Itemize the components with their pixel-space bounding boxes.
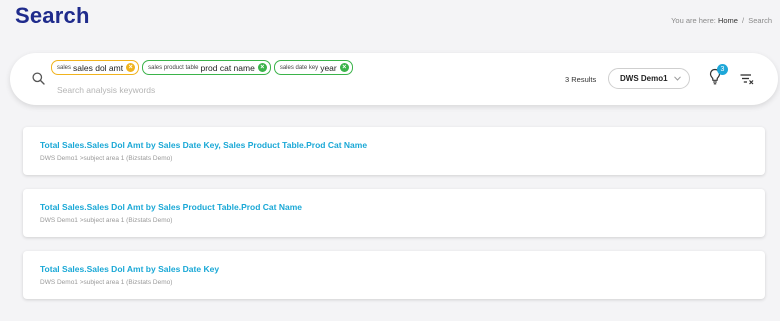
search-input[interactable] <box>57 83 437 97</box>
chip-label: sales dol amt <box>73 62 124 73</box>
keyword-chip[interactable]: sales product table prod cat name × <box>142 60 271 75</box>
result-title[interactable]: Total Sales.Sales Dol Amt by Sales Date … <box>40 140 367 150</box>
breadcrumb-home-link[interactable]: Home <box>718 16 738 25</box>
keyword-chip[interactable]: sales sales dol amt × <box>51 60 140 75</box>
result-title[interactable]: Total Sales.Sales Dol Amt by Sales Produ… <box>40 202 302 212</box>
result-subtitle: DWS Demo1 >subject area 1 (Bizstats Demo… <box>40 279 173 286</box>
chevron-down-icon <box>674 76 681 81</box>
chip-prefix: sales date key <box>279 64 319 71</box>
keyword-chips: sales sales dol amt × sales product tabl… <box>51 60 353 75</box>
breadcrumb-separator: / <box>742 16 745 25</box>
page-title: Search <box>15 3 90 28</box>
breadcrumb-prefix: You are here: <box>671 16 716 25</box>
search-bar: sales sales dol amt × sales product tabl… <box>10 53 778 105</box>
results-count: 3 Results <box>565 75 597 84</box>
keyword-chip[interactable]: sales date key year × <box>273 60 353 75</box>
chip-prefix: sales <box>57 64 72 71</box>
result-title[interactable]: Total Sales.Sales Dol Amt by Sales Date … <box>40 264 219 274</box>
result-subtitle: DWS Demo1 >subject area 1 (Bizstats Demo… <box>40 155 173 162</box>
close-icon[interactable]: × <box>126 63 136 72</box>
close-icon[interactable]: × <box>339 63 349 72</box>
chip-label: prod cat name <box>200 62 255 73</box>
breadcrumb: You are here: Home / Search <box>671 16 772 25</box>
breadcrumb-current: Search <box>748 16 772 25</box>
chip-label: year <box>320 62 337 73</box>
result-card[interactable]: Total Sales.Sales Dol Amt by Sales Produ… <box>23 189 765 237</box>
search-icon[interactable] <box>32 72 45 85</box>
dataset-select-value: DWS Demo1 <box>620 74 668 83</box>
result-subtitle: DWS Demo1 >subject area 1 (Bizstats Demo… <box>40 217 173 224</box>
clear-filter-icon[interactable] <box>740 73 754 85</box>
result-card[interactable]: Total Sales.Sales Dol Amt by Sales Date … <box>23 127 765 175</box>
chip-prefix: sales product table <box>148 64 199 71</box>
result-card[interactable]: Total Sales.Sales Dol Amt by Sales Date … <box>23 251 765 299</box>
close-icon[interactable]: × <box>257 63 267 72</box>
suggestions-badge: 3 <box>717 64 728 75</box>
dataset-select[interactable]: DWS Demo1 <box>608 68 690 89</box>
